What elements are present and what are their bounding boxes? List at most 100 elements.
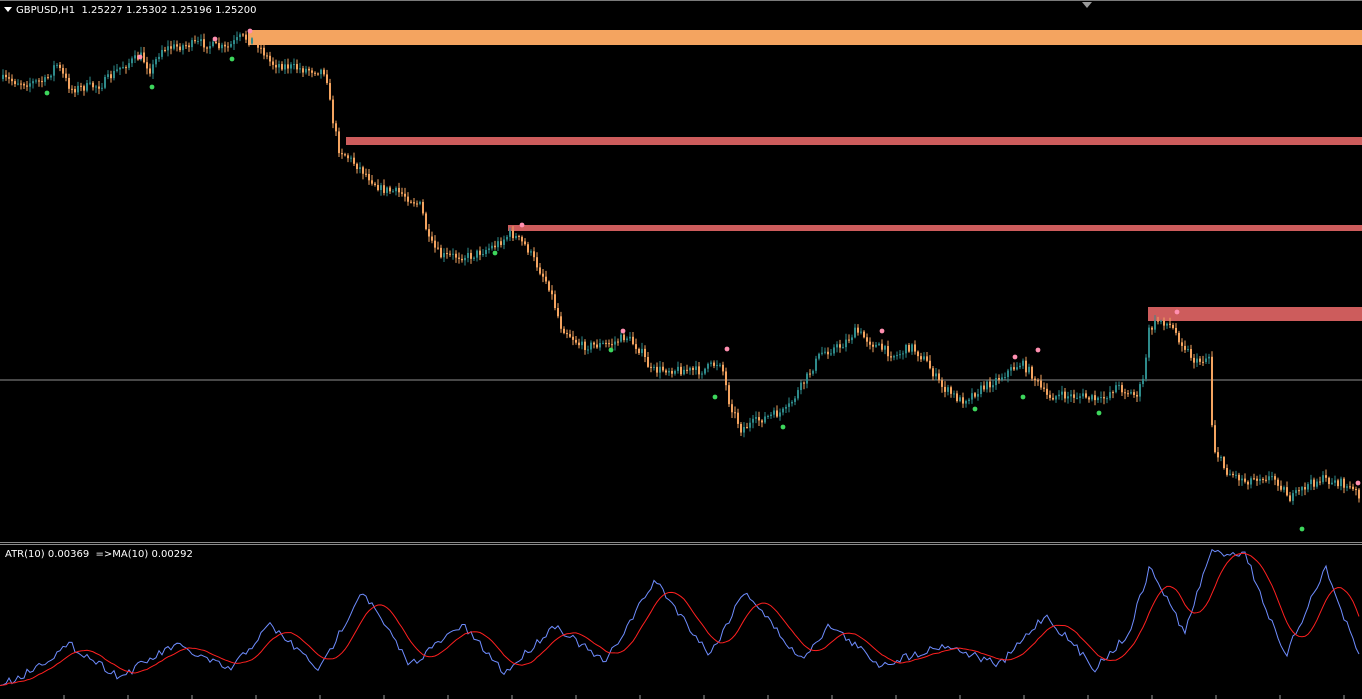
ohlc-open: 1.25227 [81, 5, 123, 16]
price-chart-canvas[interactable] [0, 1, 1362, 542]
candle-body [1055, 396, 1057, 400]
candle [446, 247, 448, 259]
candle [236, 31, 238, 44]
candle [1331, 478, 1333, 486]
candle-body [410, 201, 412, 203]
price-chart-pane[interactable]: GBPUSD,H1 1.25227 1.25302 1.25196 1.2520… [0, 0, 1362, 542]
candle-body [788, 403, 790, 407]
chart-shift-marker-icon[interactable] [1082, 2, 1092, 8]
fractal-up-marker [724, 346, 730, 352]
candle-body [1037, 380, 1039, 382]
candle-body [479, 250, 481, 255]
candle [647, 352, 649, 368]
candle [821, 346, 823, 356]
candle [1094, 390, 1096, 406]
candle-body [209, 46, 211, 49]
candle-body [1070, 394, 1072, 397]
candle [335, 120, 337, 136]
candle-body [956, 393, 958, 402]
fractal-up-marker [1355, 480, 1361, 486]
candle-body [806, 373, 808, 384]
candle [518, 234, 520, 241]
candle [1103, 391, 1105, 405]
candle [794, 395, 796, 406]
candle-body [1343, 478, 1345, 488]
candle [764, 411, 766, 424]
candle-body [1319, 481, 1321, 483]
atr-indicator-canvas[interactable] [0, 545, 1362, 699]
candle [359, 162, 361, 174]
candle [614, 336, 616, 351]
candle-body [812, 370, 814, 374]
candle-body [986, 381, 988, 390]
candle-body [839, 344, 841, 348]
candle [1073, 389, 1075, 403]
candle [272, 57, 274, 70]
candle [716, 360, 718, 371]
candle [407, 192, 409, 206]
candle-body [1043, 387, 1045, 389]
candle-body [1022, 360, 1024, 366]
atr-indicator-pane[interactable]: ATR(10) 0.00369 =>MA(10) 0.00292 [0, 545, 1362, 699]
candle-body [860, 331, 862, 333]
candle [866, 333, 868, 347]
candle [1058, 390, 1060, 400]
candle-body [491, 245, 493, 249]
candle-body [1337, 480, 1339, 487]
candle-body [107, 74, 109, 77]
symbol-menu-icon[interactable] [4, 7, 12, 12]
candle-body [533, 251, 535, 258]
candle-body [686, 369, 688, 371]
candle [926, 352, 928, 363]
candle-body [188, 45, 190, 48]
candle [569, 329, 571, 338]
chart-window[interactable]: GBPUSD,H1 1.25227 1.25302 1.25196 1.2520… [0, 0, 1362, 699]
candle-body [1334, 480, 1336, 483]
candle [698, 362, 700, 379]
candle-body [1109, 392, 1111, 399]
candle [806, 372, 808, 389]
candle-body [1316, 481, 1318, 487]
candle-body [1238, 474, 1240, 481]
candle-body [350, 157, 352, 159]
candle-body [521, 236, 523, 242]
candle [458, 252, 460, 264]
candle-body [773, 410, 775, 415]
candle-body [881, 343, 883, 350]
candle-body [1040, 380, 1042, 388]
candle-body [764, 416, 766, 423]
candle [800, 380, 802, 395]
candle-body [887, 346, 889, 357]
candle [653, 364, 655, 371]
candle-body [623, 334, 625, 341]
candle [98, 81, 100, 95]
candle-body [41, 81, 43, 83]
candle [605, 339, 607, 348]
candle-body [581, 341, 583, 346]
candle-body [497, 241, 499, 248]
candle-body [119, 67, 121, 70]
candle-body [284, 64, 286, 70]
candle [1088, 396, 1090, 403]
candle [479, 246, 481, 261]
candle [1013, 362, 1015, 371]
candle [356, 162, 358, 174]
candle-body [1328, 477, 1330, 485]
candle [398, 182, 400, 197]
candle [1295, 487, 1297, 497]
candle-body [71, 88, 73, 90]
candle-body [74, 89, 76, 93]
candle-body [428, 229, 430, 237]
candle-body [878, 343, 880, 345]
candle-body [32, 81, 34, 84]
candle-body [1196, 358, 1198, 363]
candle-body [446, 253, 448, 255]
candle-body [1178, 332, 1180, 343]
candle-body [347, 155, 349, 159]
candle-body [323, 69, 325, 75]
candle-body [1094, 395, 1096, 401]
candle-body [1049, 394, 1051, 398]
candle [977, 388, 979, 401]
candle-body [971, 393, 973, 400]
candle [5, 70, 7, 81]
